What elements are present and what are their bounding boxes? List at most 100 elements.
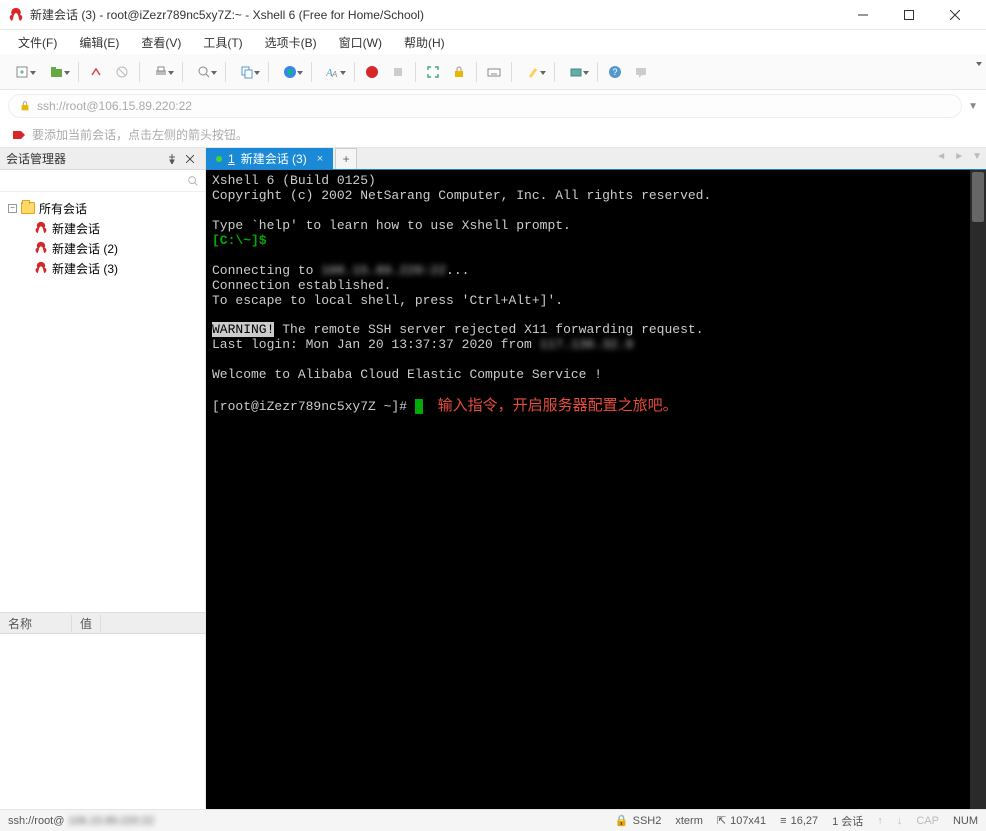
- status-size: ⇱ 107x41: [717, 814, 766, 827]
- toolbar-separator: [511, 62, 512, 82]
- toolbar-separator: [182, 62, 183, 82]
- toolbar-separator: [78, 62, 79, 82]
- tab-close-button[interactable]: ×: [317, 153, 323, 165]
- tab-label: 新建会话 (3): [241, 150, 307, 167]
- status-connection: ssh://root@106.15.89.220:22: [8, 815, 601, 827]
- toolbar-overflow[interactable]: [976, 62, 982, 66]
- color-button[interactable]: [275, 61, 305, 83]
- status-bar: ssh://root@106.15.89.220:22 🔒 SSH2 xterm…: [0, 809, 986, 831]
- transfer-button[interactable]: [561, 61, 591, 83]
- toolbar: AA ?: [0, 54, 986, 90]
- reconnect-button[interactable]: [85, 61, 107, 83]
- open-folder-button[interactable]: [42, 61, 72, 83]
- window-controls: [840, 0, 978, 30]
- toolbar-separator: [476, 62, 477, 82]
- lock-button[interactable]: [448, 61, 470, 83]
- sidebar-search[interactable]: [0, 170, 205, 192]
- terminal-scrollbar[interactable]: [970, 170, 986, 809]
- copy-button[interactable]: [232, 61, 262, 83]
- prop-col-value[interactable]: 值: [72, 615, 101, 632]
- toolbar-separator: [268, 62, 269, 82]
- disconnect-button[interactable]: [111, 61, 133, 83]
- session-icon: [34, 261, 48, 275]
- menu-tabs[interactable]: 选项卡(B): [255, 32, 327, 53]
- prop-col-name[interactable]: 名称: [0, 615, 72, 632]
- print-button[interactable]: [146, 61, 176, 83]
- new-session-button[interactable]: [8, 61, 38, 83]
- menu-edit[interactable]: 编辑(E): [69, 32, 129, 53]
- status-dot-icon: [216, 156, 222, 162]
- close-button[interactable]: [932, 0, 978, 30]
- rows-icon: ≡: [780, 815, 786, 827]
- session-item[interactable]: 新建会话 (3): [4, 258, 201, 278]
- status-sessions: 1 会话: [832, 813, 863, 829]
- menu-window[interactable]: 窗口(W): [329, 32, 392, 53]
- help-button[interactable]: ?: [604, 61, 626, 83]
- toolbar-separator: [415, 62, 416, 82]
- content-area: 1 新建会话 (3) × + ◄ ► ▼ Xshell 6 (Build 012…: [206, 148, 986, 809]
- menu-help[interactable]: 帮助(H): [394, 32, 455, 53]
- menu-bar: 文件(F) 编辑(E) 查看(V) 工具(T) 选项卡(B) 窗口(W) 帮助(…: [0, 30, 986, 54]
- chat-button[interactable]: [630, 61, 652, 83]
- menu-view[interactable]: 查看(V): [131, 32, 191, 53]
- session-item[interactable]: 新建会话 (2): [4, 238, 201, 258]
- menu-tools[interactable]: 工具(T): [193, 32, 252, 53]
- new-tab-button[interactable]: +: [335, 148, 357, 169]
- session-item[interactable]: 新建会话: [4, 218, 201, 238]
- session-label: 新建会话: [52, 220, 100, 237]
- address-dropdown[interactable]: ▼: [968, 101, 978, 112]
- sidebar-title: 会话管理器: [6, 150, 163, 167]
- session-label: 新建会话 (3): [52, 260, 118, 277]
- hint-text: 要添加当前会话，点击左侧的箭头按钮。: [32, 126, 248, 143]
- tree-root-label: 所有会话: [39, 200, 87, 217]
- session-tree: − 所有会话 新建会话 新建会话 (2) 新建会话 (3): [0, 192, 205, 612]
- tab-number: 1: [228, 152, 235, 166]
- folder-icon: [21, 202, 35, 214]
- app-icon: [8, 7, 24, 23]
- tab-prev-button[interactable]: ◄: [936, 151, 946, 162]
- fullscreen-button[interactable]: [422, 61, 444, 83]
- toolbar-separator: [554, 62, 555, 82]
- bookmark-arrow-icon: [12, 128, 26, 142]
- session-icon: [34, 221, 48, 235]
- lock-icon: 🔒: [615, 814, 629, 827]
- status-cap: CAP: [916, 815, 939, 827]
- status-download-icon: ↓: [897, 815, 903, 827]
- svg-text:A: A: [331, 70, 337, 79]
- tab-nav: ◄ ► ▼: [936, 151, 982, 162]
- terminal-cursor: [415, 399, 423, 414]
- highlight-button[interactable]: [518, 61, 548, 83]
- lock-icon: [19, 100, 31, 112]
- status-pos: ≡ 16,27: [780, 815, 818, 827]
- maximize-button[interactable]: [886, 0, 932, 30]
- tab-list-button[interactable]: ▼: [972, 151, 982, 162]
- properties-body: [0, 634, 205, 809]
- tree-root[interactable]: − 所有会话: [4, 198, 201, 218]
- annotation-text: 输入指令，开启服务器配置之旅吧。: [423, 398, 678, 414]
- font-button[interactable]: AA: [318, 61, 348, 83]
- svg-text:?: ?: [613, 67, 618, 77]
- sidebar-header: 会话管理器: [0, 148, 205, 170]
- find-button[interactable]: [189, 61, 219, 83]
- status-term: xterm: [675, 815, 703, 827]
- address-input[interactable]: ssh://root@106.15.89.220:22: [8, 94, 962, 118]
- session-tab[interactable]: 1 新建会话 (3) ×: [206, 148, 333, 169]
- expander-icon[interactable]: −: [8, 204, 17, 213]
- session-label: 新建会话 (2): [52, 240, 118, 257]
- hint-bar: 要添加当前会话，点击左侧的箭头按钮。: [0, 122, 986, 148]
- sidebar-pin-button[interactable]: [163, 151, 181, 167]
- size-icon: ⇱: [717, 814, 726, 827]
- toolbar-separator: [139, 62, 140, 82]
- keyboard-button[interactable]: [483, 61, 505, 83]
- tab-next-button[interactable]: ►: [954, 151, 964, 162]
- record-button[interactable]: [361, 61, 383, 83]
- stop-button[interactable]: [387, 61, 409, 83]
- menu-file[interactable]: 文件(F): [8, 32, 67, 53]
- minimize-button[interactable]: [840, 0, 886, 30]
- toolbar-separator: [354, 62, 355, 82]
- address-bar: ssh://root@106.15.89.220:22 ▼: [0, 90, 986, 122]
- toolbar-separator: [311, 62, 312, 82]
- status-num: NUM: [953, 815, 978, 827]
- sidebar-close-button[interactable]: [181, 151, 199, 167]
- terminaloutput[interactable]: Xshell 6 (Build 0125) Copyright (c) 2002…: [206, 170, 986, 809]
